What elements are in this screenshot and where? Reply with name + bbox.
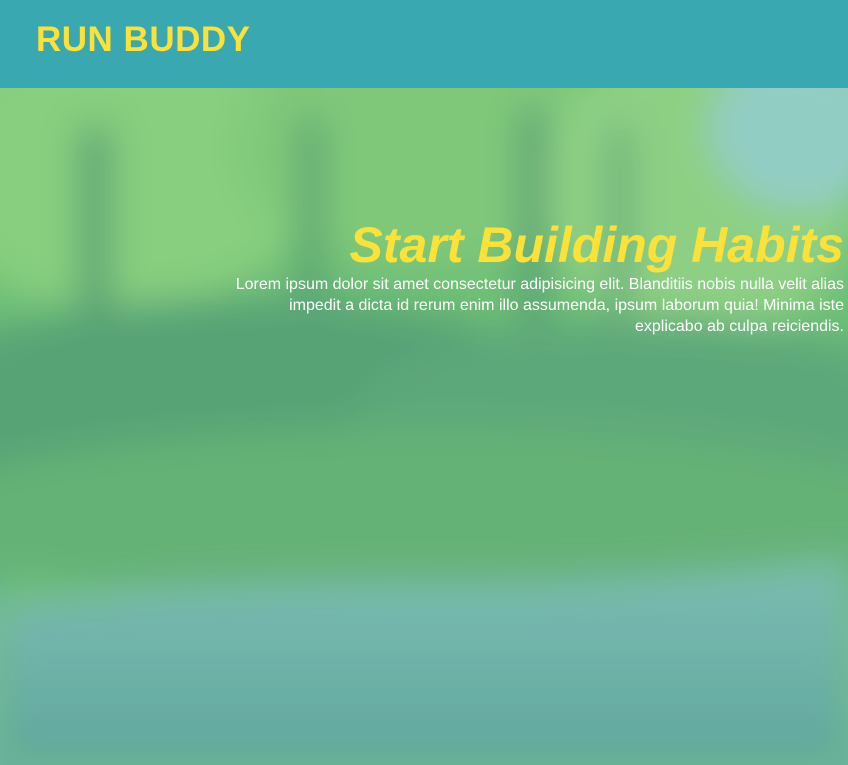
hero-title: Start Building Habits [349, 217, 844, 273]
site-logo[interactable]: RUN BUDDY [36, 20, 251, 60]
hero-overlay [0, 88, 848, 765]
hero-description: Lorem ipsum dolor sit amet consectetur a… [235, 276, 844, 335]
hero-section: Start Building Habits Lorem ipsum dolor … [0, 88, 848, 765]
site-header: RUN BUDDY [0, 0, 848, 88]
hero-content: Start Building Habits Lorem ipsum dolor … [224, 216, 844, 337]
